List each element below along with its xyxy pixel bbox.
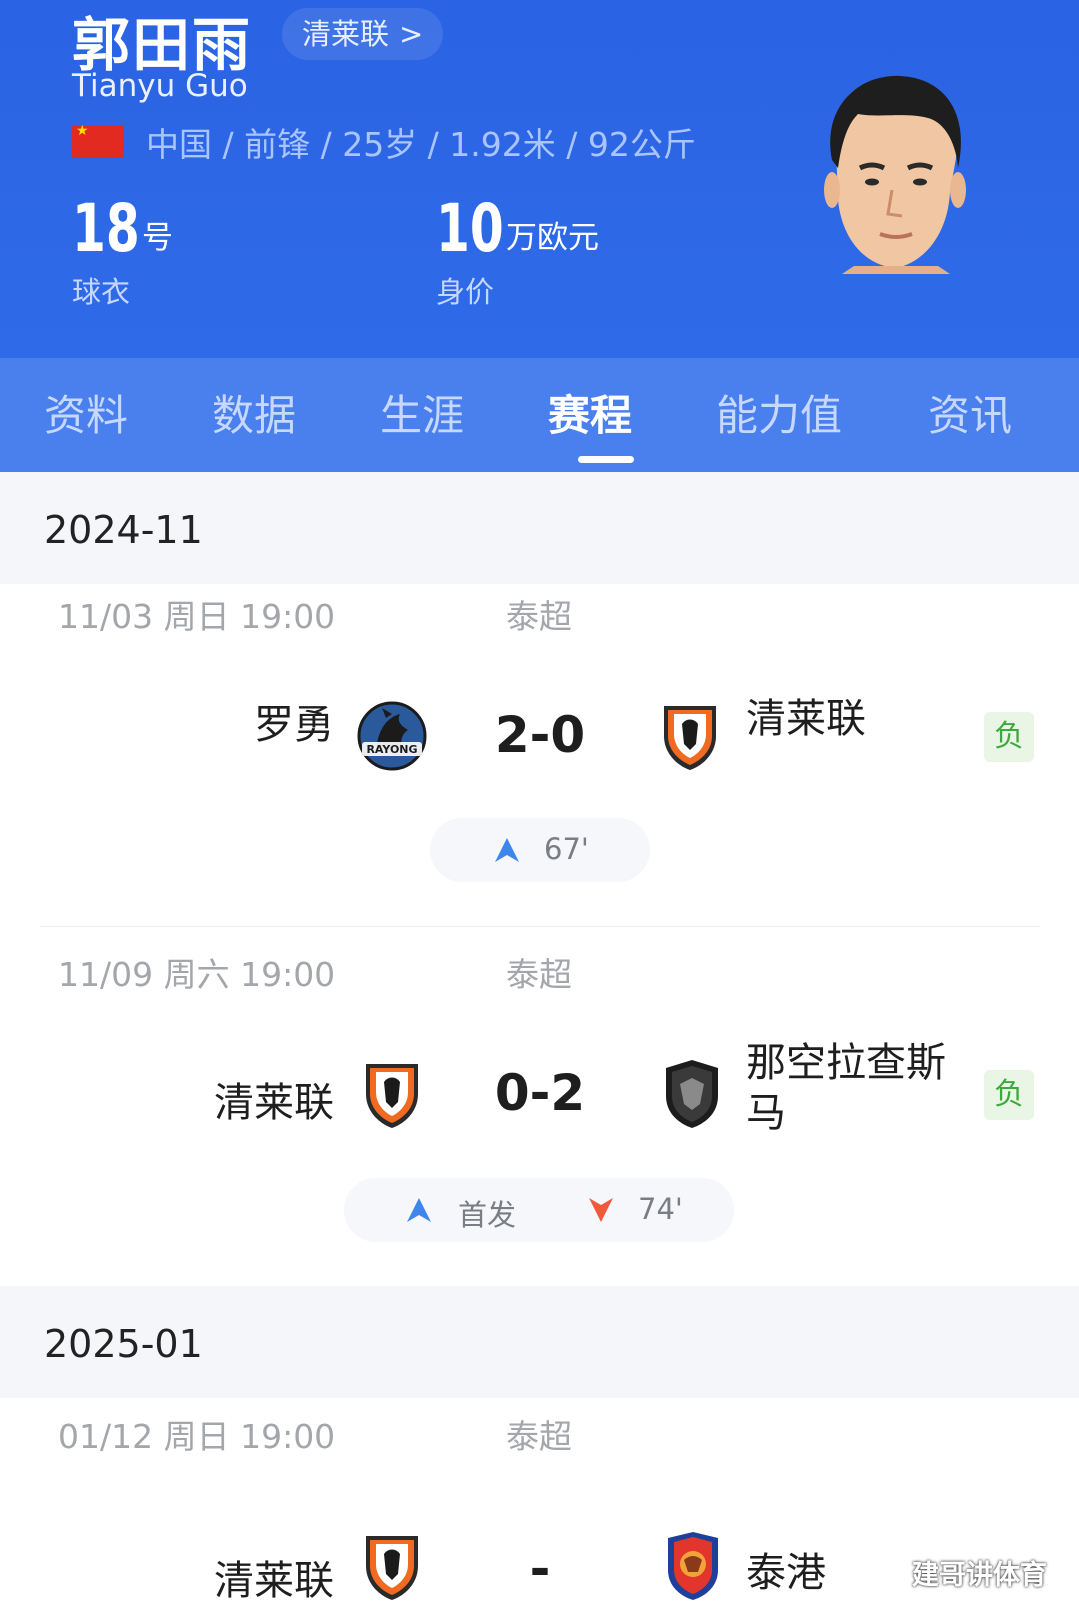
china-flag-icon: ★ [72,123,124,158]
home-team-name: 清莱联 [214,1080,334,1126]
month-label: 2025-01 [44,1322,203,1366]
club-link-label: 清莱联 [302,17,390,51]
sub-in-arrow-icon [495,838,519,862]
result-badge: 负 [984,712,1034,762]
match-league: 泰超 [506,597,572,636]
nakhon-ratchasima-logo-icon [666,1060,718,1128]
away-team-name: 那空拉查斯马 [746,1040,946,1136]
starter-label: 首发 [458,1198,517,1232]
tab-schedule[interactable]: 赛程 [548,382,632,443]
jersey-caption: 球衣 [72,275,131,309]
sub-out-minute: 74' [638,1192,683,1226]
tab-stats[interactable]: 数据 [212,382,296,443]
tab-bar: 资料 数据 生涯 赛程 能力值 资讯 [0,358,1079,472]
tab-career[interactable]: 生涯 [380,382,464,443]
match-datetime: 01/12 周日 19:00 [58,1417,336,1456]
player-event-pill: 67' [430,818,650,882]
jersey-stat: 18 号 球衣 [72,190,173,311]
month-header: 2025-01 [0,1286,1079,1398]
away-team-name: 清莱联 [746,696,866,742]
active-tab-indicator [578,456,634,463]
player-header: 郭田雨 清莱联 > Tianyu Guo ★ 中国 / 前锋 / 25岁 / 1.… [0,0,1079,358]
match-league: 泰超 [506,1417,572,1456]
away-team-name: 泰港 [746,1550,826,1596]
watermark: 建哥讲体育 [912,1560,1047,1591]
market-value-stat: 10 万欧元 身价 [436,190,599,311]
month-header: 2024-11 [0,472,1079,584]
match-score: - [529,1540,551,1598]
home-team-name: 清莱联 [214,1558,334,1604]
jersey-number: 18 [72,190,140,267]
sub-out-arrow-icon [589,1198,613,1222]
result-badge: 负 [984,1070,1034,1120]
market-value-number: 10 [436,190,504,267]
match-datetime: 11/03 周日 19:00 [58,597,336,636]
player-avatar [824,75,966,274]
player-info: 中国 / 前锋 / 25岁 / 1.92米 / 92公斤 [146,125,696,164]
match-score: 2-0 [494,706,586,764]
chevron-right-icon: > [399,17,424,51]
chiangrai-united-logo-icon [366,1536,418,1600]
player-event-pill: 首发 74' [344,1178,734,1242]
port-fc-logo-icon [668,1532,718,1600]
club-link-button[interactable]: 清莱联 > [282,8,444,60]
match-datetime: 11/09 周六 19:00 [58,955,336,994]
rayong-fc-logo-icon: RAYONG [357,701,427,771]
svg-text:RAYONG: RAYONG [366,743,417,756]
match-score: 0-2 [494,1064,586,1122]
chiangrai-united-logo-icon [664,706,716,770]
chiangrai-united-logo-icon [366,1064,418,1128]
tab-profile[interactable]: 资料 [44,382,128,443]
market-value-caption: 身价 [436,275,495,309]
month-label: 2024-11 [44,508,203,552]
market-value-unit: 万欧元 [506,220,599,256]
home-team-name: 罗勇 [254,702,334,748]
divider [40,926,1040,927]
tab-ratings[interactable]: 能力值 [716,382,842,443]
starter-arrow-icon [407,1198,431,1222]
jersey-unit: 号 [142,220,173,256]
sub-in-minute: 67' [544,832,589,866]
tab-news[interactable]: 资讯 [928,382,1012,443]
player-english-name: Tianyu Guo [72,68,248,104]
match-league: 泰超 [506,955,572,994]
